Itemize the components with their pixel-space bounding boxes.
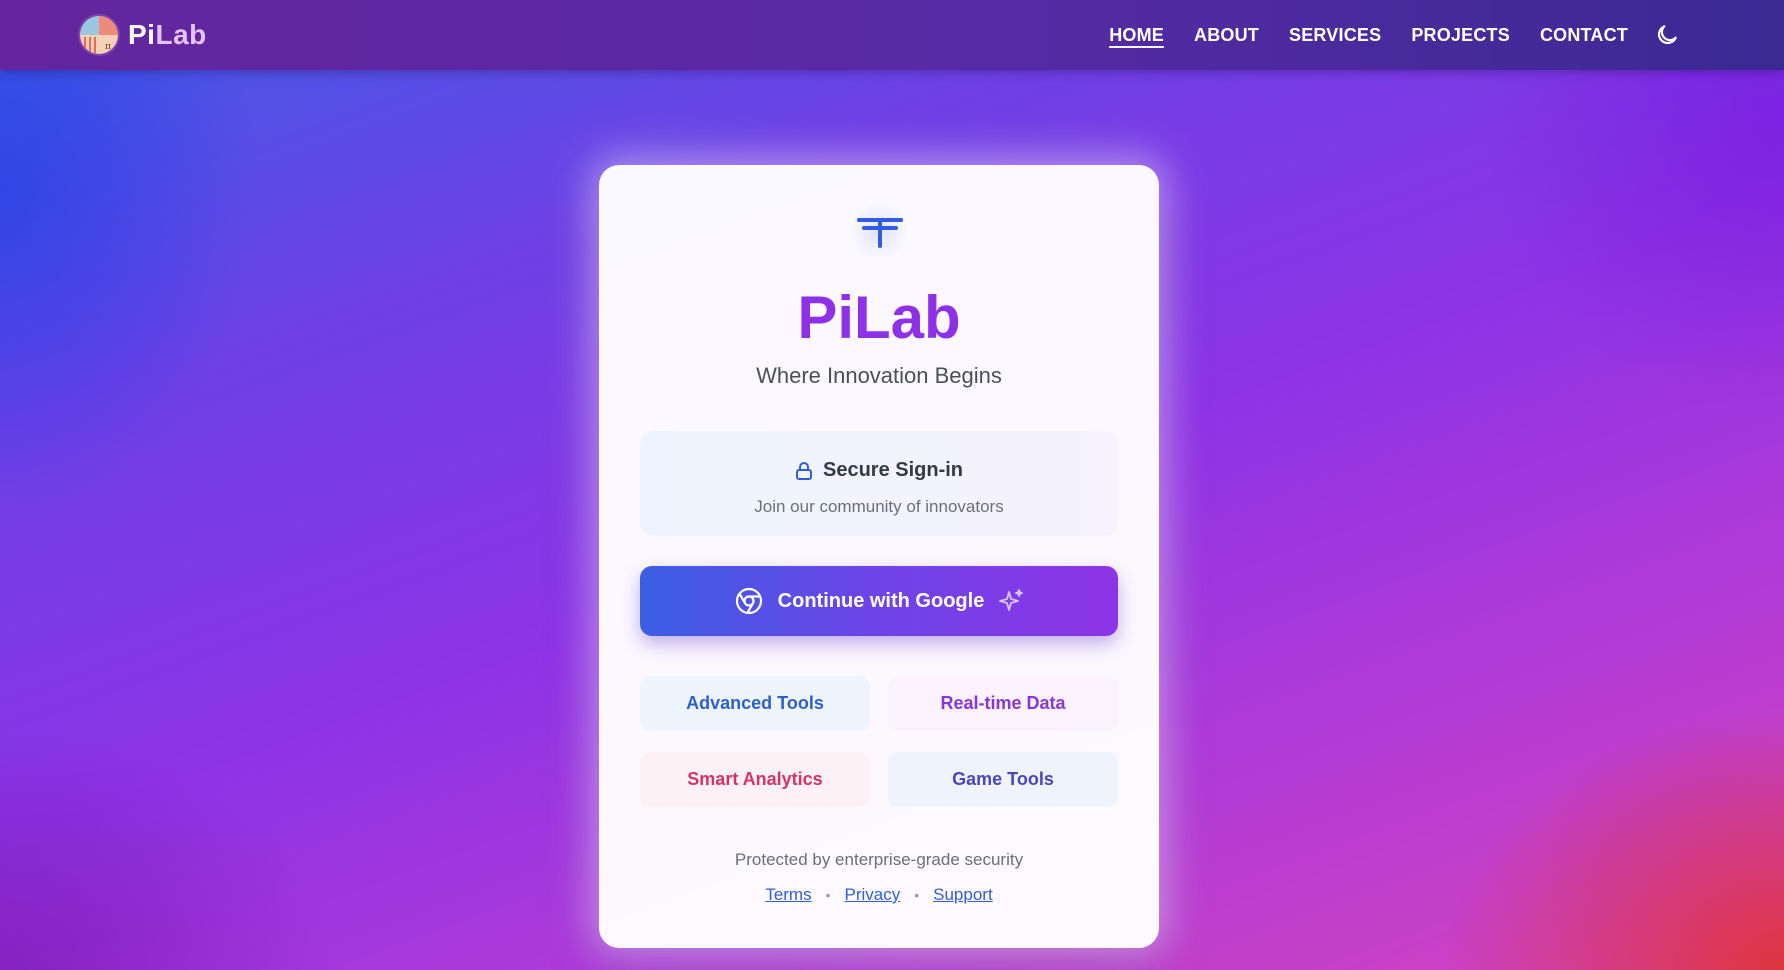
nav-links: HOME ABOUT SERVICES PROJECTS CONTACT <box>1079 0 1628 70</box>
secure-signin-heading: Secure Sign-in <box>640 459 1118 482</box>
pilab-logo-icon: π <box>80 16 118 54</box>
nav-link-services[interactable]: SERVICES <box>1289 25 1381 46</box>
privacy-link[interactable]: Privacy <box>845 885 901 905</box>
footer-separator: • <box>825 887 831 903</box>
lock-icon <box>795 461 812 480</box>
footer-separator: • <box>914 887 920 903</box>
top-navbar: π PiLab HOME ABOUT SERVICES PROJECTS CON… <box>0 0 1784 70</box>
chrome-icon <box>735 587 762 615</box>
footer-links: Terms • Privacy • Support <box>599 885 1159 905</box>
nav-link-about[interactable]: ABOUT <box>1194 25 1259 46</box>
login-card: PiLab Where Innovation Begins Secure Sig… <box>599 165 1159 948</box>
pi-icon <box>849 201 909 261</box>
terms-link[interactable]: Terms <box>765 885 811 905</box>
moon-icon <box>1657 25 1677 45</box>
feature-advanced-tools[interactable]: Advanced Tools <box>640 676 870 731</box>
continue-with-google-button[interactable]: Continue with Google <box>640 566 1118 636</box>
nav-link-home[interactable]: HOME <box>1109 25 1164 46</box>
secure-signin-box: Secure Sign-in Join our community of inn… <box>640 431 1118 536</box>
support-link[interactable]: Support <box>933 885 993 905</box>
page-title: PiLab <box>797 284 961 351</box>
theme-toggle-button[interactable] <box>1654 22 1680 48</box>
brand-name-lab: Lab <box>155 19 207 50</box>
continue-with-google-label: Continue with Google <box>777 589 985 612</box>
nav-link-projects[interactable]: PROJECTS <box>1411 25 1510 46</box>
secure-signin-title: Secure Sign-in <box>822 459 964 481</box>
nav-link-contact[interactable]: CONTACT <box>1540 25 1628 46</box>
secure-signin-subtitle: Join our community of innovators <box>754 497 1004 516</box>
feature-real-time-data[interactable]: Real-time Data <box>888 676 1118 731</box>
security-note: Protected by enterprise-grade security <box>734 850 1024 869</box>
brand[interactable]: π PiLab <box>80 16 207 54</box>
feature-game-tools[interactable]: Game Tools <box>888 752 1118 807</box>
feature-smart-analytics[interactable]: Smart Analytics <box>640 752 870 807</box>
page-subtitle: Where Innovation Begins <box>756 363 1002 388</box>
sparkles-icon <box>999 589 1024 611</box>
svg-text:π: π <box>105 42 111 52</box>
brand-name-pi: Pi <box>128 19 156 50</box>
brand-name: PiLab <box>128 21 207 49</box>
